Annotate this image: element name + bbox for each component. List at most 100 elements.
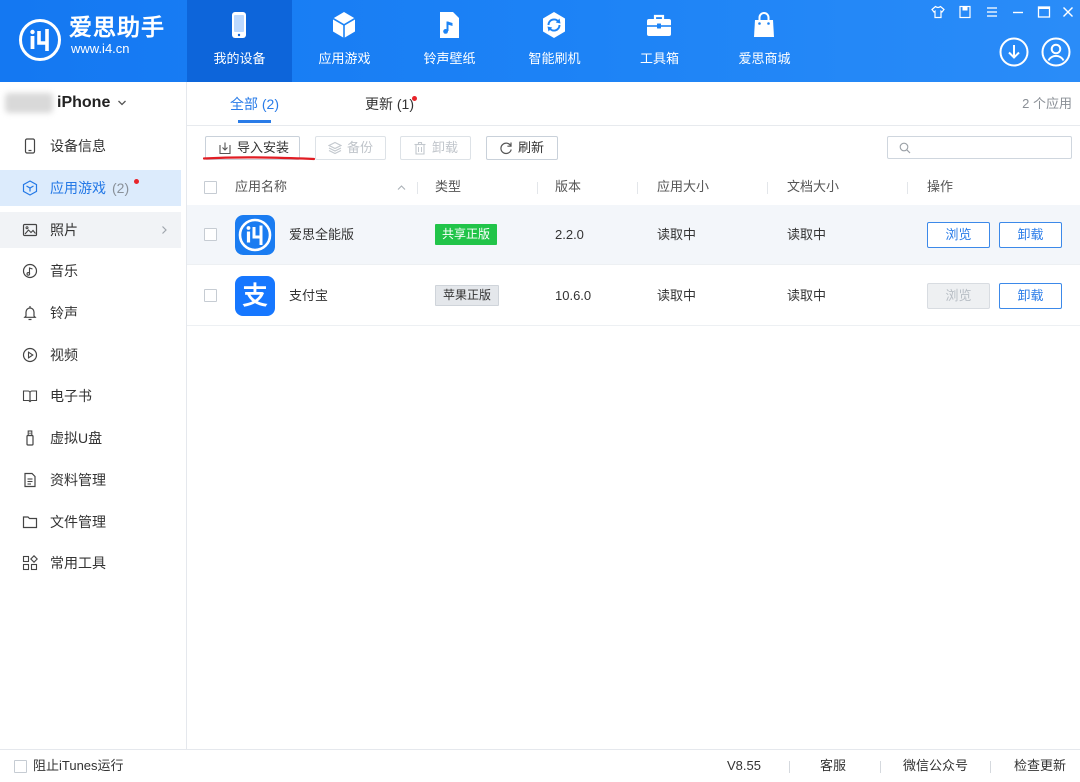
refresh-icon xyxy=(500,142,512,155)
device-name[interactable]: iPhone xyxy=(57,92,110,114)
nav-tab-label: 工具箱 xyxy=(639,51,679,66)
maximize-icon[interactable] xyxy=(1037,5,1051,19)
uninstall-button[interactable]: 卸载 xyxy=(999,283,1062,309)
minimize-icon[interactable] xyxy=(1011,5,1025,19)
menu-icon[interactable] xyxy=(985,5,999,19)
browse-button[interactable]: 浏览 xyxy=(927,222,990,248)
video-icon xyxy=(22,347,38,363)
feedback-icon[interactable] xyxy=(958,5,972,19)
chevron-right-icon xyxy=(162,226,167,234)
refresh-button[interactable]: 刷新 xyxy=(486,136,558,160)
search-field[interactable] xyxy=(887,136,1072,159)
nav-tab-toolbox[interactable]: 工具箱 xyxy=(607,0,712,82)
nav-tab-smart-flash[interactable]: 智能刷机 xyxy=(502,0,607,82)
picture-icon xyxy=(22,223,38,237)
sidebar-item-count: (2) xyxy=(112,180,130,196)
column-divider xyxy=(537,182,538,194)
nav-tab-label: 智能刷机 xyxy=(528,51,581,66)
sidebar-item-music[interactable]: 音乐 xyxy=(0,253,181,289)
nav-tab-store[interactable]: 爱思商城 xyxy=(712,0,817,82)
block-itunes-label[interactable]: 阻止iTunes运行 xyxy=(33,757,124,775)
nav-tab-label: 应用游戏 xyxy=(318,51,371,66)
nav-tab-ringtones-wallpapers[interactable]: 铃声壁纸 xyxy=(397,0,502,82)
nav-tab-label: 爱思商城 xyxy=(738,51,791,66)
usb-drive-icon xyxy=(26,430,34,446)
ebook-icon xyxy=(22,390,38,403)
support-link[interactable]: 客服 xyxy=(820,757,846,775)
row-checkbox[interactable] xyxy=(204,289,217,302)
app-size: 读取中 xyxy=(657,288,697,303)
chevron-down-icon[interactable] xyxy=(117,98,127,108)
nav-tab-my-device[interactable]: 我的设备 xyxy=(187,0,292,82)
i4-app-icon xyxy=(235,215,275,255)
status-bar: 阻止iTunes运行 V8.55 客服 微信公众号 检查更新 xyxy=(0,749,1080,782)
column-header-type: 类型 xyxy=(435,179,462,194)
check-update-link[interactable]: 检查更新 xyxy=(1014,757,1066,775)
column-divider xyxy=(767,182,768,194)
version-label: V8.55 xyxy=(727,758,761,773)
select-all-checkbox[interactable] xyxy=(204,181,217,194)
tab-updates[interactable]: 更新 (1) xyxy=(365,95,414,113)
sidebar-item-data-management[interactable]: 资料管理 xyxy=(0,462,181,498)
uninstall-selected-button[interactable]: 卸载 xyxy=(400,136,471,160)
nav-tab-apps-games[interactable]: 应用游戏 xyxy=(292,0,397,82)
table-row[interactable]: 支 支付宝 苹果正版 10.6.0 读取中 读取中 浏览 卸载 xyxy=(187,266,1080,326)
table-row[interactable]: 爱思全能版 共享正版 2.2.0 读取中 读取中 浏览 卸载 xyxy=(187,205,1080,265)
sidebar-item-common-tools[interactable]: 常用工具 xyxy=(0,545,181,581)
doc-size: 读取中 xyxy=(787,288,827,303)
column-divider xyxy=(637,182,638,194)
trash-icon xyxy=(414,141,426,155)
backup-button[interactable]: 备份 xyxy=(315,136,386,160)
sort-ascending-icon[interactable] xyxy=(397,184,406,191)
download-icon[interactable] xyxy=(999,37,1029,67)
sidebar-item-virtual-usb[interactable]: 虚拟U盘 xyxy=(0,420,181,456)
alipay-app-icon: 支 xyxy=(235,276,275,316)
sidebar-item-label: 常用工具 xyxy=(50,555,106,571)
app-website: www.i4.cn xyxy=(71,41,130,56)
alipay-logo-glyph: 支 xyxy=(242,282,268,310)
sidebar-item-label: 电子书 xyxy=(50,388,92,404)
column-header-actions: 操作 xyxy=(927,179,954,194)
notification-dot xyxy=(412,96,417,101)
tools-grid-icon xyxy=(22,555,38,571)
sidebar-item-ringtones[interactable]: 铃声 xyxy=(0,295,181,331)
close-icon[interactable] xyxy=(1061,5,1075,19)
row-checkbox[interactable] xyxy=(204,228,217,241)
phone-outline-icon xyxy=(24,138,36,154)
sidebar-item-file-management[interactable]: 文件管理 xyxy=(0,504,181,540)
sidebar-item-label: 视频 xyxy=(50,347,78,363)
sidebar-item-apps-games[interactable]: 应用游戏 (2) xyxy=(0,170,181,206)
sidebar-item-ebooks[interactable]: 电子书 xyxy=(0,378,181,414)
sidebar-item-photos[interactable]: 照片 xyxy=(0,212,181,248)
column-header-name[interactable]: 应用名称 xyxy=(235,178,287,196)
cube-icon xyxy=(332,12,356,38)
red-annotation-underline xyxy=(203,156,315,161)
doc-size: 读取中 xyxy=(787,227,827,242)
search-icon xyxy=(899,142,911,154)
tab-all[interactable]: 全部 (2) xyxy=(230,95,279,113)
wechat-link[interactable]: 微信公众号 xyxy=(903,757,968,775)
folder-icon xyxy=(22,516,38,529)
search-input[interactable] xyxy=(916,139,1066,156)
browse-button[interactable]: 浏览 xyxy=(927,283,990,309)
skin-icon[interactable] xyxy=(931,5,945,19)
app-count: 2 个应用 xyxy=(1022,96,1072,111)
block-itunes-checkbox[interactable] xyxy=(14,760,27,773)
user-icon[interactable] xyxy=(1041,37,1071,67)
main-panel: 全部 (2) 更新 (1) 2 个应用 导入安装 备份 卸载 刷新 应用名称 类… xyxy=(187,82,1080,749)
uninstall-button[interactable]: 卸载 xyxy=(999,222,1062,248)
app-version: 10.6.0 xyxy=(555,288,592,303)
sidebar: iPhone 设备信息 应用游戏 (2) 照片 音乐 铃声 视频 电子书 虚拟U… xyxy=(0,82,187,749)
table-header: 应用名称 类型 版本 应用大小 文档大小 操作 xyxy=(187,170,1080,205)
uninstall-selected-label: 卸载 xyxy=(432,140,459,155)
app-type-badge: 共享正版 xyxy=(435,224,498,245)
app-name: 支付宝 xyxy=(289,288,329,303)
app-name: 爱思全能版 xyxy=(289,227,355,242)
sidebar-item-video[interactable]: 视频 xyxy=(0,337,181,373)
status-divider xyxy=(789,761,790,773)
sidebar-item-device-info[interactable]: 设备信息 xyxy=(0,128,181,164)
device-name-redacted xyxy=(5,93,53,113)
column-divider xyxy=(907,182,908,194)
nav-tab-label: 铃声壁纸 xyxy=(423,51,476,66)
column-header-app-size: 应用大小 xyxy=(657,179,710,194)
